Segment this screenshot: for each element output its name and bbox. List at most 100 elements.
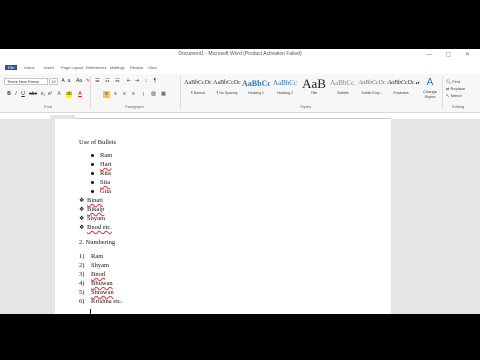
group-label-editing: Editing: [452, 104, 465, 109]
numbered-item: 4) Bhuwan: [79, 280, 113, 287]
list-item: ❖ Binati: [79, 197, 103, 204]
list-item-text: Shyam: [91, 262, 110, 269]
replace-button[interactable]: ⇄ Replace: [446, 85, 476, 92]
subscript-icon[interactable]: x₂: [40, 91, 46, 98]
list-item-text: Shyam: [87, 215, 106, 222]
show-marks-icon[interactable]: ¶: [152, 78, 158, 85]
find-button[interactable]: 🔍︎ Find: [446, 78, 476, 85]
group-label-styles: Styles: [300, 104, 311, 109]
numbered-item: 3) Bnod: [79, 271, 105, 278]
borders-icon[interactable]: ▦: [160, 91, 167, 98]
style-name: Emphasis: [393, 91, 409, 95]
style-no-spacing[interactable]: AaBbCcDc ¶ No Spacing: [213, 76, 241, 100]
change-styles-button[interactable]: A Change Styles: [421, 77, 439, 99]
bullet-dot-icon: [91, 181, 94, 185]
align-left-icon[interactable]: ≡: [103, 91, 110, 98]
font-color-icon[interactable]: A: [77, 91, 83, 98]
list-item: ❖ Bikalp: [79, 206, 104, 213]
list-item: Sita: [91, 179, 110, 186]
underline-icon[interactable]: U: [20, 91, 26, 98]
list-number: 3): [79, 271, 85, 278]
list-item: Gita: [91, 188, 111, 195]
replace-icon: ⇄: [446, 86, 450, 91]
horizontal-ruler[interactable]: [75, 115, 391, 119]
document-page[interactable]: Use of Bullets Ram Hari Rita Sita Gita ❖…: [55, 119, 391, 314]
style-normal[interactable]: AaBbCcDc ¶ Normal: [184, 76, 212, 100]
diamond-bullet-icon: ❖: [79, 225, 85, 231]
list-item: ❖ Shyam: [79, 215, 105, 222]
style-emphasis[interactable]: AaBbCcDc Emphasis: [387, 76, 415, 100]
numbered-item: 1) Ram: [79, 253, 103, 260]
shrink-font-icon[interactable]: a: [66, 78, 72, 85]
styles-scroll-icon[interactable]: ▴▾: [415, 79, 420, 86]
numbering-icon[interactable]: ☷: [104, 78, 111, 85]
tab-page-layout[interactable]: Page Layout: [61, 65, 83, 70]
shading-icon[interactable]: ▨: [150, 91, 157, 98]
replace-label: Replace: [450, 86, 466, 91]
select-icon: ↖: [446, 93, 450, 98]
list-number: 1): [79, 253, 85, 260]
list-item-text: Binati: [87, 197, 103, 204]
highlight-icon[interactable]: ab: [66, 91, 72, 98]
separator: [442, 76, 443, 109]
superscript-icon[interactable]: x²: [47, 91, 53, 98]
select-button[interactable]: ↖ Select: [446, 92, 476, 99]
style-sample: AaBbCc.: [330, 79, 356, 87]
decrease-indent-icon[interactable]: ⇤: [126, 78, 132, 85]
change-styles-icon: A: [426, 77, 434, 88]
justify-icon[interactable]: ≡: [130, 91, 137, 98]
list-item-text: Shrawan: [91, 289, 114, 296]
tab-references[interactable]: References: [86, 65, 106, 70]
style-name: Subtle Emp...: [361, 91, 383, 95]
bullets-icon[interactable]: ☰: [94, 78, 101, 85]
list-item: Hari: [91, 161, 112, 168]
line-spacing-icon[interactable]: ↨: [140, 91, 147, 98]
align-right-icon[interactable]: ≡: [121, 91, 128, 98]
tab-review[interactable]: Review: [130, 65, 143, 70]
list-item-text: Ram: [91, 253, 104, 260]
style-heading-1[interactable]: AaBbCc Heading 1: [242, 76, 270, 100]
tab-mailings[interactable]: Mailings: [110, 65, 125, 70]
sort-icon[interactable]: ↕: [143, 78, 149, 85]
style-sample: AaBbCcDc: [358, 80, 386, 86]
find-label: Find: [452, 79, 460, 84]
list-item-text: Gita: [100, 188, 112, 195]
editing-group: 🔍︎ Find ⇄ Replace ↖ Select: [446, 78, 476, 99]
find-icon: 🔍︎: [446, 79, 452, 84]
text-effects-icon[interactable]: A: [56, 91, 62, 98]
style-name: ¶ No Spacing: [216, 91, 238, 95]
bullet-dot-icon: [91, 172, 94, 176]
diamond-bullet-icon: ❖: [79, 207, 85, 213]
style-subtle-emphasis[interactable]: AaBbCcDc Subtle Emp...: [358, 76, 386, 100]
window-controls[interactable]: — ▢ ✕: [426, 51, 476, 58]
style-title[interactable]: AaB Title: [300, 76, 328, 100]
multilevel-list-icon[interactable]: ☵: [114, 78, 121, 85]
increase-indent-icon[interactable]: ⇥: [134, 78, 140, 85]
style-sample: AaBbCc: [242, 79, 270, 88]
change-styles-label: Change Styles: [422, 89, 437, 99]
tab-insert[interactable]: Insert: [44, 65, 54, 70]
list-item: Rita: [91, 170, 111, 177]
italic-icon[interactable]: I: [13, 91, 19, 98]
list-item-text: Bikalp: [87, 206, 105, 213]
strikethrough-icon[interactable]: abc: [29, 91, 37, 98]
style-heading-2[interactable]: AaBbCc Heading 2: [271, 76, 299, 100]
style-name: Subtitle: [337, 91, 349, 95]
separator: [90, 76, 91, 109]
group-label-paragraph: Paragraph: [125, 104, 144, 109]
heading-bullets: Use of Bullets: [79, 139, 117, 146]
tab-home[interactable]: Home: [24, 65, 35, 70]
bold-icon[interactable]: B: [6, 91, 12, 98]
change-case-icon[interactable]: Aa: [75, 78, 83, 85]
font-name-box[interactable]: Times New Roma: [4, 78, 48, 85]
style-sample: AaBbCc: [272, 79, 298, 87]
ribbon: Times New Roma 12 A a Aa ✎ B I U abc x₂ …: [0, 74, 480, 113]
style-sample: AaBbCcDc: [387, 80, 415, 86]
align-center-icon[interactable]: ≡: [112, 91, 119, 98]
tab-view[interactable]: View: [148, 65, 157, 70]
tab-file[interactable]: File: [5, 65, 18, 70]
list-number: 6): [79, 298, 85, 305]
style-subtitle[interactable]: AaBbCc. Subtitle: [329, 76, 357, 100]
list-item-text: Rita: [100, 170, 111, 177]
font-size-box[interactable]: 12: [49, 78, 58, 85]
